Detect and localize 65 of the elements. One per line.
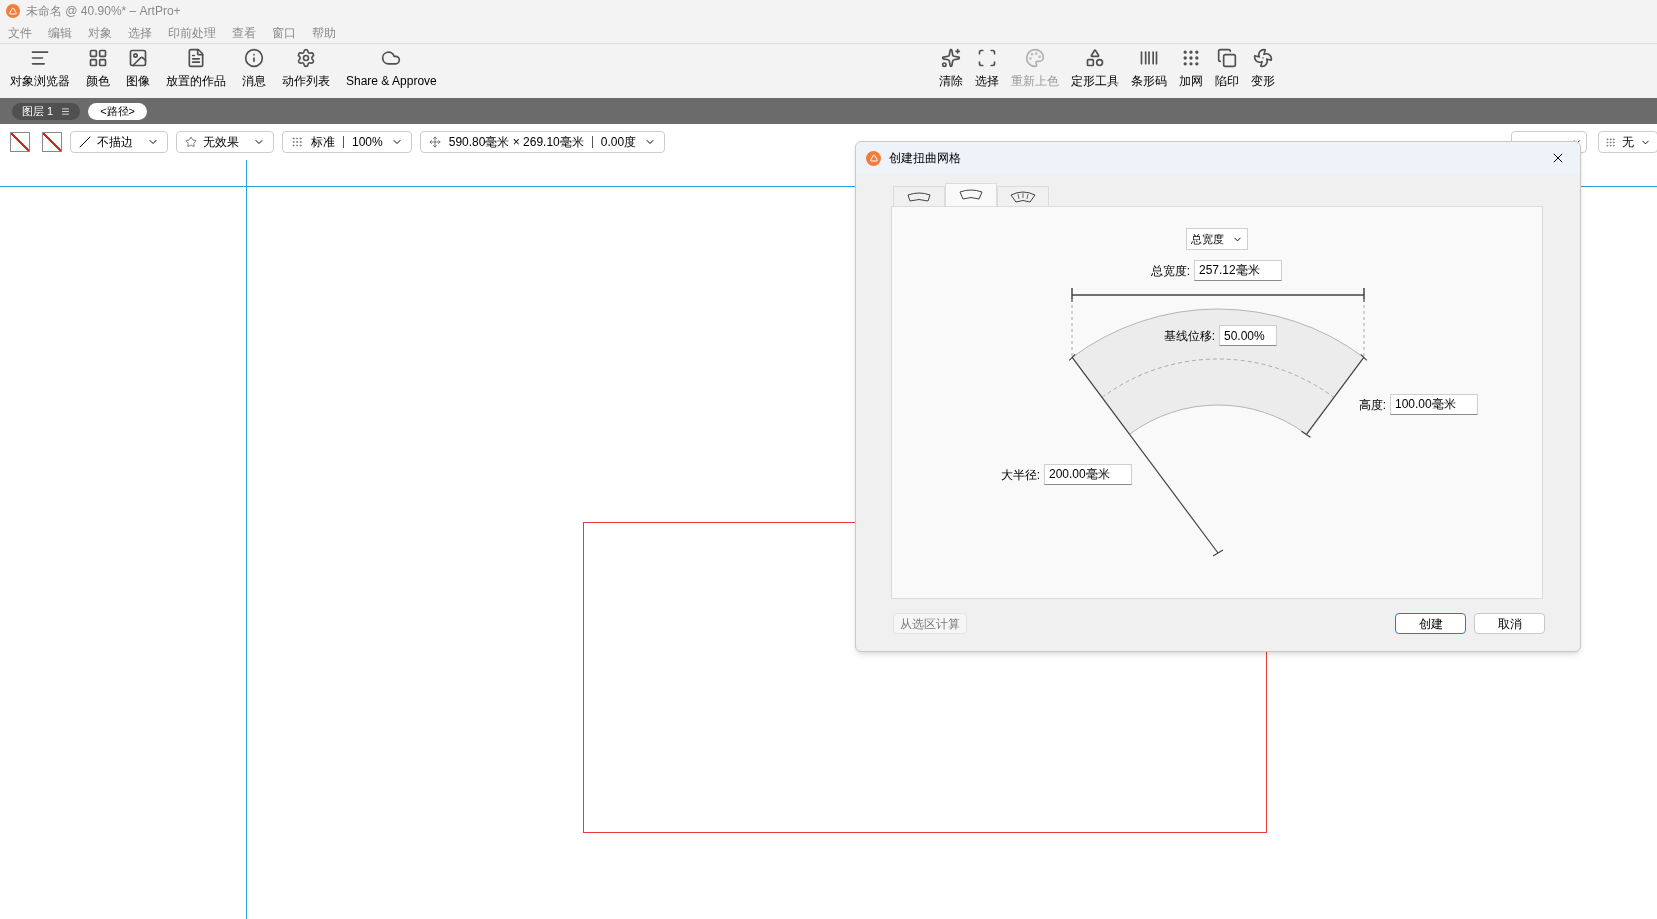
toolbar-button[interactable]: 对象浏览器: [4, 44, 76, 90]
toolbar-button[interactable]: 陷印: [1208, 44, 1245, 90]
mode-dropdown[interactable]: 总宽度: [1186, 228, 1248, 250]
field-label: 基线位移:: [1163, 327, 1215, 345]
toolbar-button[interactable]: 动作列表: [276, 44, 336, 90]
star-icon: [185, 136, 197, 148]
grid-icon: [88, 48, 108, 68]
gear-icon: [296, 48, 316, 68]
shapes-icon: [1084, 48, 1105, 68]
effect-dropdown[interactable]: 无效果: [176, 131, 274, 153]
toolbar-button[interactable]: Share & Approve: [340, 44, 443, 90]
calc-from-selection-button[interactable]: 从选区计算: [893, 613, 967, 634]
value-field[interactable]: 257.12毫米: [1194, 260, 1282, 281]
frame-icon: [976, 48, 997, 68]
preset-dropdown[interactable]: 无: [1598, 131, 1657, 153]
toolbar-button[interactable]: 消息: [236, 44, 272, 90]
no-stroke-swatch[interactable]: [42, 132, 62, 152]
toolbar-button[interactable]: 图像: [120, 44, 156, 90]
shape-tab[interactable]: [945, 183, 997, 206]
arc-shape-icon: [905, 189, 933, 204]
path-chip[interactable]: <路径>: [88, 102, 148, 120]
no-fill-swatch[interactable]: [10, 132, 30, 152]
value-field[interactable]: 200.00毫米: [1044, 464, 1132, 485]
dialog-title: 创建扭曲网格: [889, 150, 961, 167]
toolbar-button[interactable]: 选择: [968, 44, 1005, 90]
image-icon: [128, 48, 148, 68]
shape-tab[interactable]: [997, 186, 1049, 206]
cloud-icon: [381, 48, 402, 68]
info-icon: [244, 48, 264, 68]
move-icon: [428, 136, 441, 148]
field-label: 大半径:: [1000, 466, 1040, 484]
value-field[interactable]: 50.00%: [1219, 325, 1277, 346]
fan-icon: [1252, 48, 1273, 68]
toolbar-button[interactable]: 变形: [1244, 44, 1281, 90]
cancel-button[interactable]: 取消: [1474, 613, 1545, 634]
palette-icon: [1024, 48, 1045, 68]
toolbar-button[interactable]: 颜色: [80, 44, 116, 90]
toolbar-button[interactable]: 条形码: [1124, 44, 1173, 90]
toolbar-button[interactable]: 定形工具: [1064, 44, 1125, 90]
toolbar-button[interactable]: 清除: [932, 44, 969, 90]
app-logo-icon: [6, 4, 20, 18]
size-dropdown[interactable]: 590.80毫米 × 269.10毫米 0.00度: [419, 131, 666, 153]
arc-shape-icon: [957, 188, 985, 202]
layer-chip[interactable]: 图层 1: [12, 102, 81, 120]
barcode-icon: [1138, 48, 1159, 68]
squares-icon: [1216, 48, 1237, 68]
menu-icon: [61, 106, 71, 116]
field-label: 总宽度:: [1150, 262, 1190, 280]
value-field[interactable]: 100.00毫米: [1390, 394, 1478, 415]
stroke-line-icon: [79, 136, 91, 148]
app-logo-icon: [866, 150, 881, 166]
create-button[interactable]: 创建: [1395, 613, 1466, 634]
window-title: 未命名 @ 40.90%* – ArtPro+: [26, 3, 181, 20]
document-icon: [186, 48, 206, 68]
sparkle-icon: [940, 48, 961, 68]
dots-icon: [1605, 136, 1616, 148]
toolbar-button[interactable]: 放置的作品: [160, 44, 232, 90]
dots-icon: [291, 136, 303, 148]
stroke-dropdown[interactable]: 不描边: [70, 131, 168, 153]
arc-shape-icon: [1009, 189, 1037, 204]
shape-tab[interactable]: [893, 186, 945, 206]
toolbar-button[interactable]: 加网: [1172, 44, 1209, 90]
field-label: 高度:: [1358, 396, 1386, 414]
lines-icon: [30, 48, 50, 68]
blend-dropdown[interactable]: 标准 100%: [282, 131, 412, 153]
